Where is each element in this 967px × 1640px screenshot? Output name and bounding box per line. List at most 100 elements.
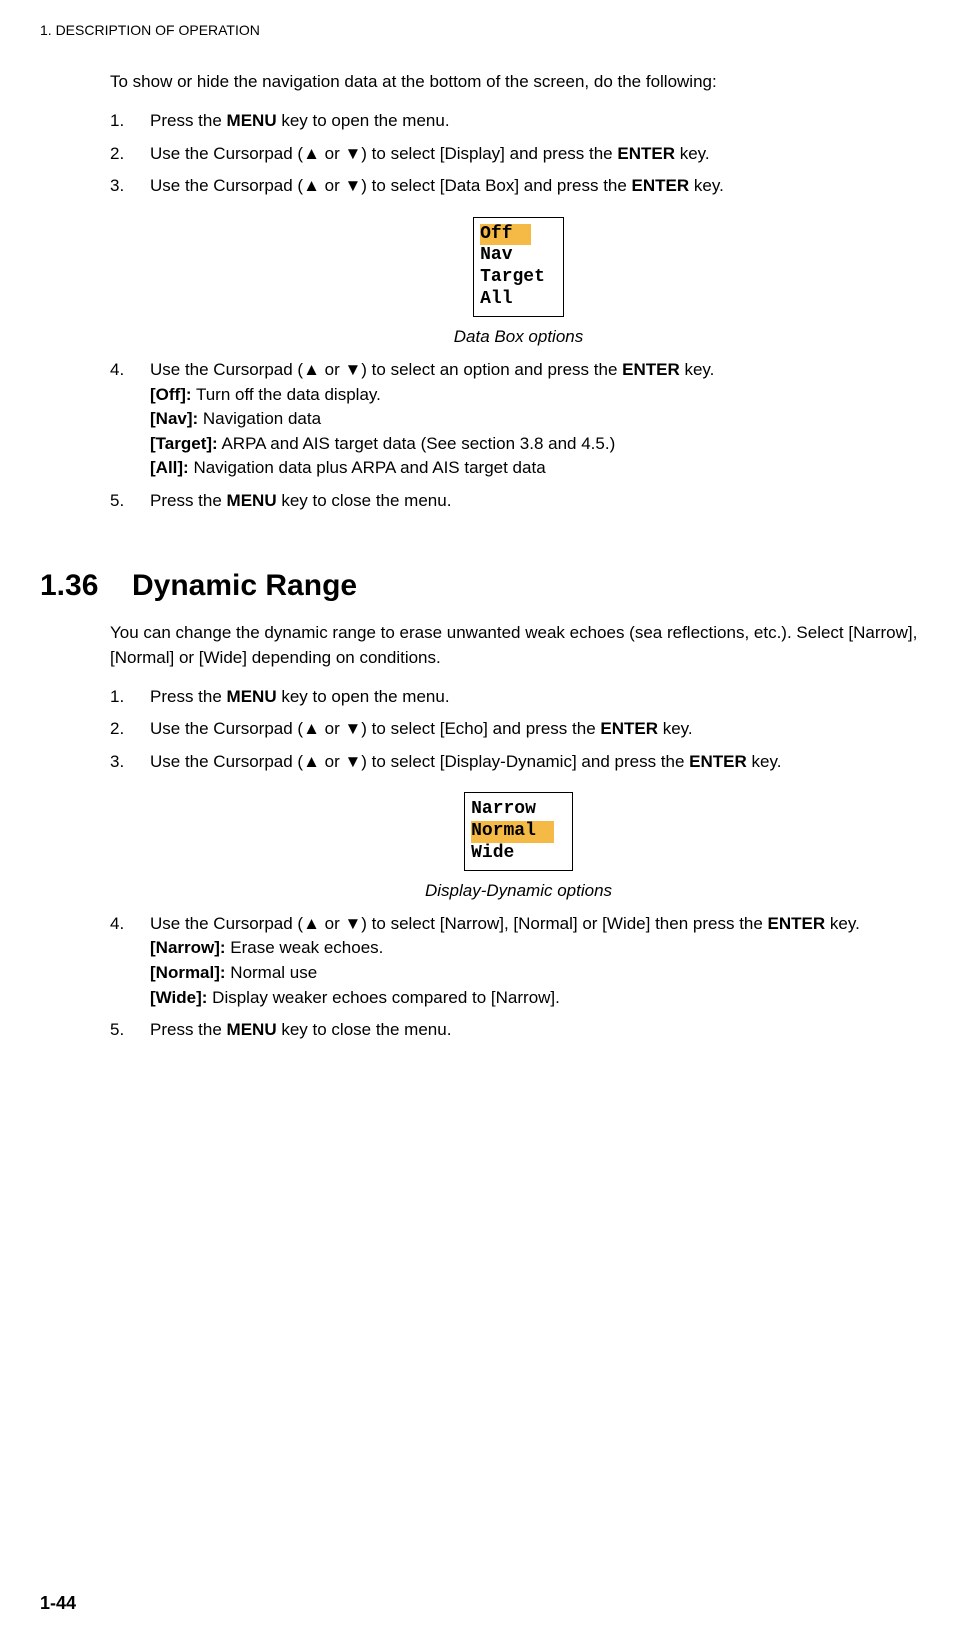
option-label: [Normal]: xyxy=(150,963,226,982)
triangle-down-icon: ▼ xyxy=(344,914,361,933)
list-item: 3. Use the Cursorpad (▲ or ▼) to select … xyxy=(110,750,927,775)
item-number: 1. xyxy=(110,109,124,134)
option-label: [Nav]: xyxy=(150,409,198,428)
item-number: 4. xyxy=(110,358,124,383)
key-enter: ENTER xyxy=(600,719,658,738)
option-desc: Navigation data xyxy=(198,409,321,428)
text: Use the Cursorpad ( xyxy=(150,360,303,379)
item-number: 2. xyxy=(110,717,124,742)
text: key. xyxy=(658,719,693,738)
list-item: 5. Press the MENU key to close the menu. xyxy=(110,489,927,514)
text: Press the xyxy=(150,1020,227,1039)
text: or xyxy=(320,752,345,771)
text: key to close the menu. xyxy=(277,491,452,510)
text: or xyxy=(320,176,345,195)
item-number: 1. xyxy=(110,685,124,710)
text: or xyxy=(320,144,345,163)
option: Target xyxy=(480,267,545,289)
text: ) to select [Narrow], [Normal] or [Wide]… xyxy=(361,914,767,933)
option-selected: Off xyxy=(480,224,530,246)
procedure-list-2b: 4. Use the Cursorpad (▲ or ▼) to select … xyxy=(110,912,927,1043)
key-menu: MENU xyxy=(227,687,277,706)
intro-text: To show or hide the navigation data at t… xyxy=(110,70,927,95)
option: All xyxy=(480,289,545,311)
triangle-up-icon: ▲ xyxy=(303,914,320,933)
text: key. xyxy=(825,914,860,933)
key-enter: ENTER xyxy=(617,144,675,163)
list-item: 5. Press the MENU key to close the menu. xyxy=(110,1018,927,1043)
text: Press the xyxy=(150,491,227,510)
text: key. xyxy=(675,144,710,163)
triangle-down-icon: ▼ xyxy=(344,752,361,771)
figure-dynamic: Narrow Normal Wide xyxy=(110,792,927,871)
text: Use the Cursorpad ( xyxy=(150,719,303,738)
figure-caption: Data Box options xyxy=(110,325,927,350)
list-item: 2. Use the Cursorpad (▲ or ▼) to select … xyxy=(110,717,927,742)
triangle-down-icon: ▼ xyxy=(344,144,361,163)
section-title: Dynamic Range xyxy=(132,564,357,608)
triangle-up-icon: ▲ xyxy=(303,719,320,738)
option-desc: Turn off the data display. xyxy=(192,385,381,404)
option-desc: Navigation data plus ARPA and AIS target… xyxy=(189,458,546,477)
option-desc: ARPA and AIS target data (See section 3.… xyxy=(218,434,616,453)
text: ) to select [Display] and press the xyxy=(361,144,617,163)
option-label: [Narrow]: xyxy=(150,938,226,957)
key-enter: ENTER xyxy=(768,914,826,933)
list-item: 3. Use the Cursorpad (▲ or ▼) to select … xyxy=(110,174,927,199)
option: Nav xyxy=(480,245,545,267)
key-menu: MENU xyxy=(227,1020,277,1039)
item-number: 3. xyxy=(110,750,124,775)
text: Use the Cursorpad ( xyxy=(150,752,303,771)
option: Narrow xyxy=(471,799,554,821)
key-menu: MENU xyxy=(227,111,277,130)
options-box: Narrow Normal Wide xyxy=(464,792,573,871)
procedure-list-2: 1. Press the MENU key to open the menu. … xyxy=(110,685,927,775)
text: ) to select an option and press the xyxy=(361,360,622,379)
key-enter: ENTER xyxy=(689,752,747,771)
option-label: [Target]: xyxy=(150,434,218,453)
item-number: 3. xyxy=(110,174,124,199)
item-number: 2. xyxy=(110,142,124,167)
triangle-up-icon: ▲ xyxy=(303,144,320,163)
list-item: 1. Press the MENU key to open the menu. xyxy=(110,109,927,134)
main-content: To show or hide the navigation data at t… xyxy=(110,70,927,1043)
page-number: 1-44 xyxy=(40,1590,76,1616)
procedure-list-1: 1. Press the MENU key to open the menu. … xyxy=(110,109,927,199)
list-item: 1. Press the MENU key to open the menu. xyxy=(110,685,927,710)
text: or xyxy=(320,914,345,933)
option-selected: Normal xyxy=(471,821,554,843)
text: Use the Cursorpad ( xyxy=(150,176,303,195)
item-number: 5. xyxy=(110,1018,124,1043)
list-item: 4. Use the Cursorpad (▲ or ▼) to select … xyxy=(110,358,927,481)
triangle-down-icon: ▼ xyxy=(344,176,361,195)
section-number: 1.36 xyxy=(40,564,132,608)
option-label: [Off]: xyxy=(150,385,192,404)
text: Use the Cursorpad ( xyxy=(150,144,303,163)
text: key to close the menu. xyxy=(277,1020,452,1039)
key-menu: MENU xyxy=(227,491,277,510)
triangle-up-icon: ▲ xyxy=(303,752,320,771)
option-desc: Normal use xyxy=(226,963,318,982)
section-heading: 1.36 Dynamic Range xyxy=(40,564,927,608)
text: Press the xyxy=(150,111,227,130)
section-body: You can change the dynamic range to eras… xyxy=(110,621,927,670)
text: key. xyxy=(680,360,715,379)
page-header: 1. DESCRIPTION OF OPERATION xyxy=(40,20,927,40)
option: Wide xyxy=(471,843,554,865)
triangle-down-icon: ▼ xyxy=(344,360,361,379)
list-item: 4. Use the Cursorpad (▲ or ▼) to select … xyxy=(110,912,927,1011)
list-item: 2. Use the Cursorpad (▲ or ▼) to select … xyxy=(110,142,927,167)
text: or xyxy=(320,360,345,379)
text: key. xyxy=(747,752,782,771)
key-enter: ENTER xyxy=(632,176,690,195)
item-number: 4. xyxy=(110,912,124,937)
key-enter: ENTER xyxy=(622,360,680,379)
procedure-list-1b: 4. Use the Cursorpad (▲ or ▼) to select … xyxy=(110,358,927,514)
options-box: Off Nav Target All xyxy=(473,217,564,317)
text: key to open the menu. xyxy=(277,111,450,130)
text: key to open the menu. xyxy=(277,687,450,706)
triangle-down-icon: ▼ xyxy=(344,719,361,738)
text: key. xyxy=(689,176,724,195)
option-desc: Display weaker echoes compared to [Narro… xyxy=(207,988,559,1007)
triangle-up-icon: ▲ xyxy=(303,176,320,195)
